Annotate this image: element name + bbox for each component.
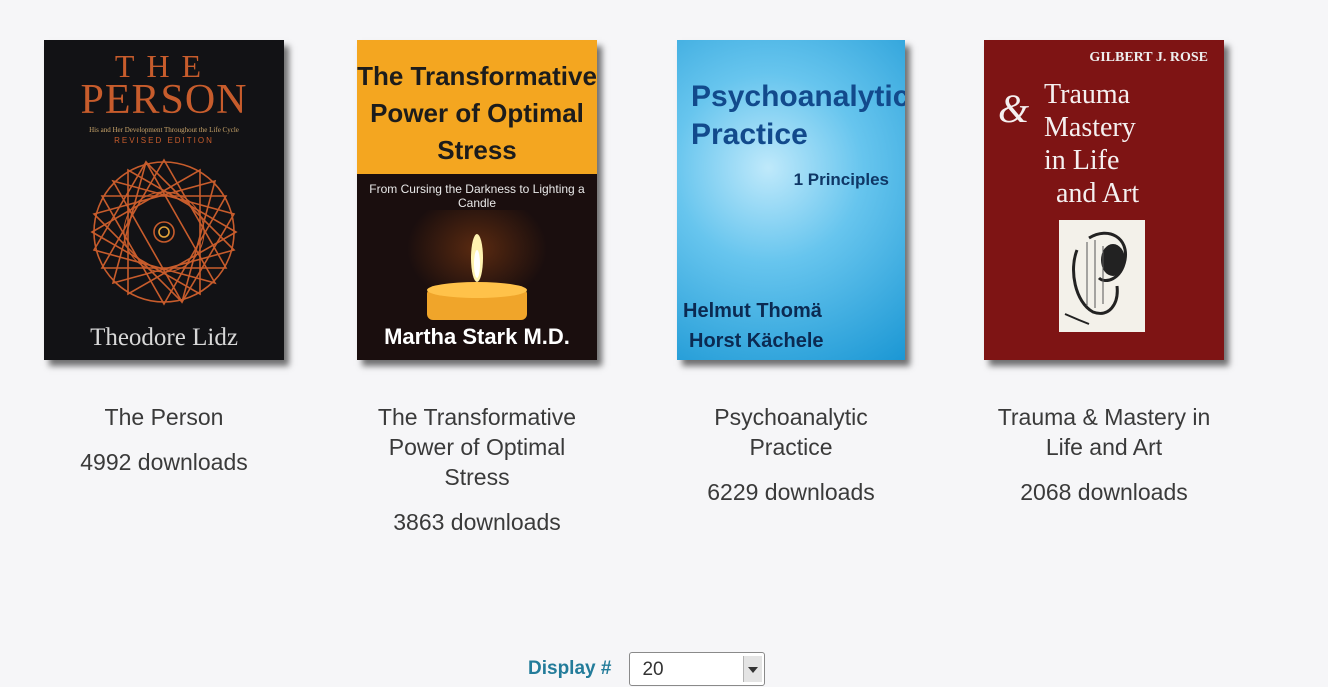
download-count: 4992 downloads — [80, 449, 248, 475]
cover-author: Horst Kächele — [689, 330, 824, 352]
cover-line: and Art — [1056, 178, 1140, 209]
book-title[interactable]: Trauma & Mastery in Life and Art — [984, 402, 1224, 462]
book-meta: Trauma & Mastery in Life and Art 2068 do… — [954, 402, 1254, 507]
cover-author: Theodore Lidz — [90, 324, 238, 351]
cover-tagline: His and Her Development Throughout the L… — [89, 126, 239, 134]
display-count-control: Display # 20 — [528, 652, 766, 686]
book-cover[interactable]: The Transformative Power of Optimal Stre… — [357, 40, 597, 360]
cover-authors: Helmut Thomä Horst Kächele — [683, 296, 824, 356]
cover-author: Helmut Thomä — [683, 300, 822, 322]
display-count-value: 20 — [642, 659, 664, 680]
cover-illustration — [1059, 220, 1145, 332]
cover-line: Trauma — [1044, 79, 1131, 110]
book-meta: Psychoanalytic Practice 6229 downloads — [641, 402, 941, 507]
cover-title: & Trauma Mastery in Life and Art — [998, 78, 1140, 210]
cover-author: Martha Stark M.D. — [384, 324, 570, 349]
cover-title: Psychoanalytic Practice — [691, 80, 905, 151]
cover-volume: 1 Principles — [793, 170, 889, 189]
book-title[interactable]: The Person — [44, 402, 284, 432]
cover-line: PERSON — [80, 77, 248, 123]
display-count-label: Display # — [528, 658, 612, 679]
chevron-down-icon[interactable] — [743, 656, 763, 682]
book-title[interactable]: Psychoanalytic Practice — [691, 402, 891, 462]
download-count: 3863 downloads — [393, 509, 561, 535]
cover-title: The Transformative Power of Optimal Stre… — [357, 40, 597, 174]
display-count-select[interactable]: 20 — [629, 652, 766, 686]
book-cover[interactable]: Psychoanalytic Practice 1 Principles Hel… — [677, 40, 905, 360]
book-cover[interactable]: THE PERSON His and Her Development Throu… — [44, 40, 284, 360]
cover-line: in Life — [1044, 145, 1120, 176]
book-meta: The Transformative Power of Optimal Stre… — [327, 402, 627, 537]
cover-subtitle: From Cursing the Darkness to Lighting a … — [369, 182, 585, 210]
book-cover[interactable]: GILBERT J. ROSE & Trauma Mastery in Life … — [984, 40, 1224, 360]
candle-artwork — [407, 210, 547, 320]
download-count: 6229 downloads — [707, 479, 875, 505]
book-meta: The Person 4992 downloads — [14, 402, 314, 477]
cover-edition: REVISED EDITION — [114, 136, 214, 145]
mandala-artwork — [90, 158, 238, 306]
book-title[interactable]: The Transformative Power of Optimal Stre… — [367, 402, 587, 492]
download-count: 2068 downloads — [1020, 479, 1188, 505]
cover-ampersand: & — [998, 86, 1030, 131]
cover-author: GILBERT J. ROSE — [1089, 50, 1208, 65]
